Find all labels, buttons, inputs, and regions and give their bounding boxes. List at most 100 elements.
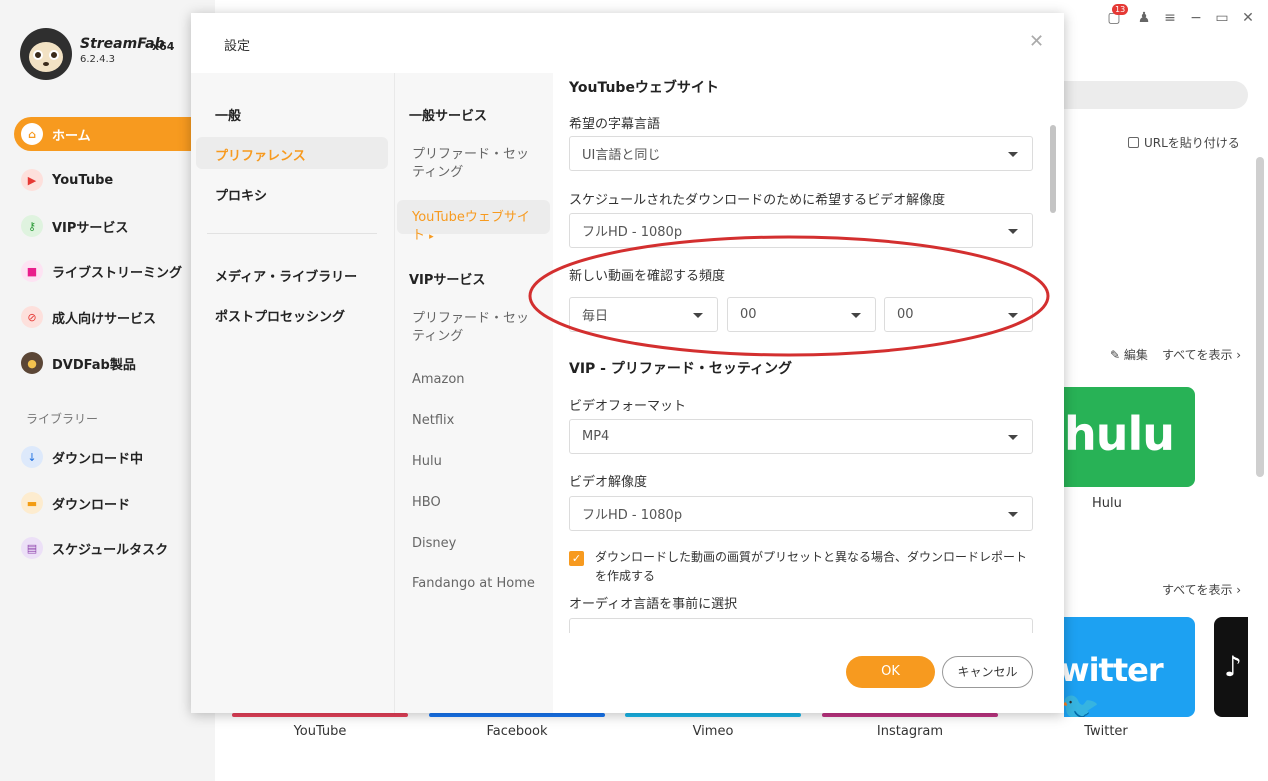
minimize-icon[interactable]: − [1188,10,1204,26]
sidebar-item-vip[interactable]: ⚷ VIPサービス [14,209,191,243]
sidebar-item-label: YouTube [52,172,114,188]
subcategory-youtube-website[interactable]: YouTubeウェブサイト ▸ [412,209,537,246]
hour-select[interactable]: 00 [727,297,876,332]
video-resolution-label: スケジュールされたダウンロードのために希望するビデオ解像度 [569,193,946,208]
cancel-button[interactable]: キャンセル [942,656,1033,688]
paste-url-label: URLを貼り付ける [1144,136,1240,150]
sidebar-item-label: ダウンロード [52,497,131,513]
show-all-label: すべてを表示 [1162,348,1233,362]
twitter-tile[interactable]: witter 🐦 [1064,617,1195,717]
schedule-icon: ▤ [21,537,43,559]
show-all-link-vip[interactable]: すべてを表示 › [1162,346,1241,363]
select-value: MP4 [582,429,610,444]
sidebar-item-label: DVDFab製品 [52,357,136,373]
camera-icon: ■ [21,260,43,282]
folder-icon: ▬ [21,492,43,514]
settings-content: YouTubeウェブサイト 希望の字幕言語 UI言語と同じ スケジュールされたダ… [554,73,1064,633]
library-title: ライブラリー [26,412,99,426]
show-all-link-social[interactable]: すべてを表示 › [1162,581,1241,598]
dialog-scrollbar[interactable] [1050,125,1056,213]
sidebar-item-label: スケジュールタスク [52,542,169,558]
settings-dialog: 設定 ✕ 一般 プリファレンス プロキシ メディア・ライブラリー ポストプロセッ… [191,13,1064,713]
sidebar-item-live[interactable]: ■ ライブストリーミング [14,254,191,288]
facebook-caption: Facebook [486,724,548,739]
vip-services-head: VIPサービス [409,273,486,288]
tiktok-icon: ♪ [1224,650,1242,683]
sidebar-item-schedule[interactable]: ▤ スケジュールタスク [14,531,191,565]
vip-resolution-select[interactable]: フルHD - 1080p [569,496,1033,531]
chevron-down-icon [1008,152,1018,157]
instagram-tile-edge [822,713,998,717]
chevron-down-icon [1008,435,1018,440]
category-post-processing[interactable]: ポストプロセッシング [215,306,345,325]
maximize-icon[interactable]: ▭ [1214,10,1230,26]
subtitle-language-label: 希望の字幕言語 [569,117,661,132]
youtube-tile-edge [232,713,408,717]
chevron-down-icon [851,313,861,318]
sidebar-item-adult[interactable]: ⊘ 成人向けサービス [14,300,191,334]
sidebar-item-downloading[interactable]: ↓ ダウンロード中 [14,440,191,474]
hulu-caption: Hulu [1092,496,1122,511]
report-checkbox[interactable]: ✓ [569,551,584,566]
minute-select[interactable]: 00 [884,297,1033,332]
audio-language-select[interactable] [569,618,1033,633]
category-general[interactable]: 一般 [215,105,241,124]
chevron-down-icon [1008,313,1018,318]
frequency-select[interactable]: 毎日 [569,297,718,332]
category-preference[interactable]: プリファレンス [215,145,306,164]
twitter-logo: witter 🐦 [1064,651,1164,717]
sidebar-item-dvdfab[interactable]: ● DVDFab製品 [14,346,191,380]
adult-icon: ⊘ [21,306,43,328]
hulu-tile[interactable]: hulu [1064,387,1195,487]
subcategory-disney[interactable]: Disney [412,535,537,553]
chevron-down-icon [693,313,703,318]
close-window-icon[interactable]: ✕ [1240,10,1256,26]
category-media-library[interactable]: メディア・ライブラリー [215,266,357,285]
app-window: StreamFab x64 6.2.4.3 ⌂ ホーム ▶ YouTube ⚷ … [0,0,1268,781]
video-format-label: ビデオフォーマット [569,399,687,414]
subtitle-language-select[interactable]: UI言語と同じ [569,136,1033,171]
subcategory-general-preferred[interactable]: プリファード・セッティング [412,146,537,182]
ok-button[interactable]: OK [846,656,935,688]
subcategory-hulu[interactable]: Hulu [412,453,537,471]
youtube-icon: ▶ [21,169,43,191]
sidebar-item-downloaded[interactable]: ▬ ダウンロード [14,486,191,520]
category-divider [207,233,377,234]
close-icon[interactable]: ✕ [1029,31,1044,52]
category-proxy[interactable]: プロキシ [215,185,267,204]
show-all-label: すべてを表示 [1162,583,1233,597]
select-value: フルHD - 1080p [582,508,683,523]
subcategory-amazon[interactable]: Amazon [412,371,537,389]
select-value: 毎日 [582,309,609,324]
sidebar: StreamFab x64 6.2.4.3 ⌂ ホーム ▶ YouTube ⚷ … [0,0,215,781]
subcategory-vip-preferred[interactable]: プリファード・セッティング [412,310,537,346]
app-version: 6.2.4.3 [80,54,115,65]
sidebar-item-home[interactable]: ⌂ ホーム [14,117,191,151]
vimeo-caption: Vimeo [692,724,734,739]
hulu-logo: hulu [1064,407,1175,461]
paste-url-button[interactable]: URLを貼り付ける [1128,134,1240,151]
audio-language-label: オーディオ言語を事前に選択 [569,597,738,612]
vip-resolution-label: ビデオ解像度 [569,475,648,490]
sidebar-item-label: ダウンロード中 [52,451,144,467]
subcategory-fandango[interactable]: Fandango at Home [412,576,537,592]
sidebar-item-label: 成人向けサービス [52,311,157,327]
youtube-caption: YouTube [293,724,347,739]
subcategory-hbo[interactable]: HBO [412,494,537,512]
main-scrollbar[interactable] [1256,157,1264,477]
edit-link[interactable]: ✎ 編集 [1110,346,1148,363]
instagram-caption: Instagram [876,724,944,739]
shirt-icon[interactable]: ♟ [1136,10,1152,26]
sidebar-item-youtube[interactable]: ▶ YouTube [14,163,191,197]
select-value: 00 [897,307,914,322]
subcategory-netflix[interactable]: Netflix [412,412,537,430]
key-icon: ⚷ [21,215,43,237]
twitter-caption: Twitter [1084,724,1128,739]
menu-icon[interactable]: ≡ [1162,10,1178,26]
chevron-down-icon [1008,512,1018,517]
video-resolution-select[interactable]: フルHD - 1080p [569,213,1033,248]
chevron-down-icon [1008,229,1018,234]
video-format-select[interactable]: MP4 [569,419,1033,454]
url-search-bar[interactable] [1064,81,1248,109]
select-value: フルHD - 1080p [582,225,683,240]
